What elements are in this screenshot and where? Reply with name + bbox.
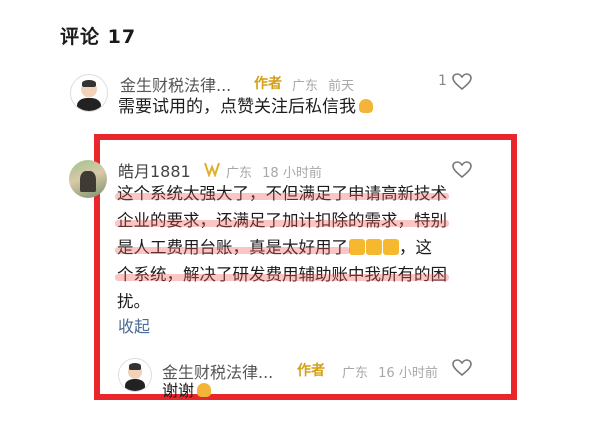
like-count: 1 <box>438 73 447 89</box>
avatar[interactable] <box>69 160 107 198</box>
author-tag: 作者 <box>297 363 325 379</box>
reply-time: 16 小时前 <box>378 366 438 381</box>
comment-line-text: 是人工费用台账，真是太好用了 <box>117 238 348 257</box>
comment-line: 是人工费用台账，真是太好用了 ，这 <box>117 234 502 261</box>
reply-location: 广东 <box>342 366 369 381</box>
thumbs-up-emoji-icon <box>366 239 382 255</box>
comment-time: 18 小时前 <box>262 166 322 181</box>
thumbs-up-emoji-icon <box>383 239 399 255</box>
comments-header: 评论 17 <box>60 26 137 48</box>
comment-text: 需要试用的，点赞关注后私信我 <box>118 94 373 120</box>
avatar[interactable] <box>70 74 108 112</box>
pray-emoji-icon <box>197 383 212 397</box>
avatar[interactable] <box>118 358 152 392</box>
badge-icon <box>204 162 220 177</box>
author-tag: 作者 <box>254 76 282 92</box>
comment-time: 前天 <box>328 79 355 94</box>
comment-line: 这个系统太强大了，不但满足了申请高新技术 <box>117 180 502 207</box>
comment-meta: 广东 前天 <box>292 75 354 94</box>
comment-text-content: 需要试用的，点赞关注后私信我 <box>118 97 356 117</box>
reply-meta: 广东 16 小时前 <box>342 362 438 381</box>
comment-line: 扰。 <box>117 288 502 315</box>
heart-icon[interactable] <box>452 73 472 91</box>
reply-text-content: 谢谢 <box>162 381 195 400</box>
comment-username[interactable]: 皓月1881 <box>118 158 191 182</box>
pray-emoji-icon <box>359 99 373 113</box>
comment-line: 个系统，解决了研发费用辅助账中我所有的困 <box>117 261 502 288</box>
comment-location: 广东 <box>292 79 319 94</box>
comment-line-text: 企业的要求，还满足了加计扣除的需求，特别 <box>117 211 447 230</box>
heart-icon[interactable] <box>452 161 472 179</box>
thumbs-up-emoji-icon <box>349 239 365 255</box>
comment-location: 广东 <box>226 166 253 181</box>
comment-line: 企业的要求，还满足了加计扣除的需求，特别 <box>117 207 502 234</box>
comment-line-text: ，这 <box>399 238 432 257</box>
reply-text: 谢谢 <box>162 378 212 404</box>
comment-line-text: 这个系统太强大了，不但满足了申请高新技术 <box>117 184 447 203</box>
comment-line-text: 个系统，解决了研发费用辅助账中我所有的困 <box>117 265 447 284</box>
comment-text: 这个系统太强大了，不但满足了申请高新技术 企业的要求，还满足了加计扣除的需求，特… <box>117 180 502 315</box>
comment-username[interactable]: 金生财税法律... <box>120 72 231 96</box>
heart-icon[interactable] <box>452 359 472 377</box>
comment-line-text: 扰。 <box>117 292 150 311</box>
comment-meta: 广东 18 小时前 <box>226 162 322 181</box>
collapse-link[interactable]: 收起 <box>118 313 150 337</box>
